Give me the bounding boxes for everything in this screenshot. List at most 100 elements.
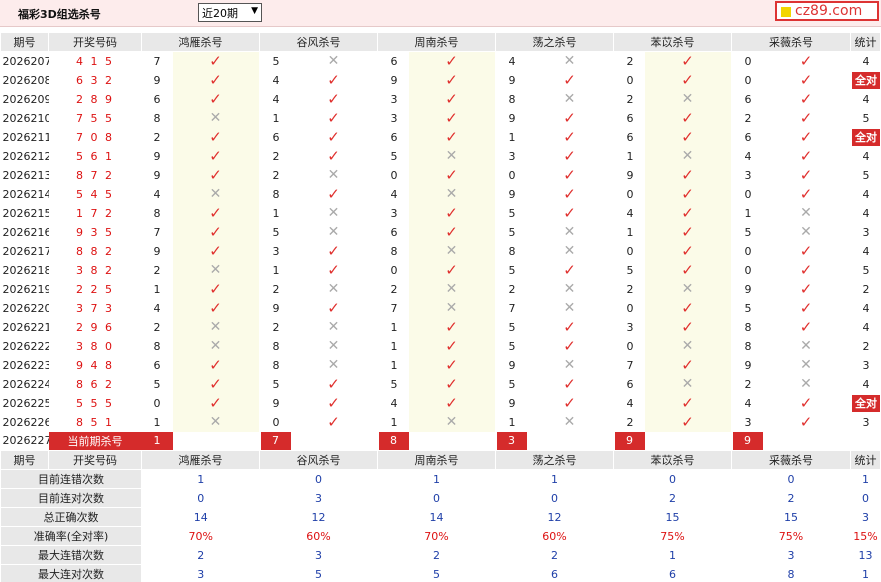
- all-right-badge: 全对: [852, 128, 880, 146]
- kill-number: 1: [258, 260, 291, 280]
- table-row: 2026213 8 7 2 9 ✓ 2 ✕ 0 ✓ 0 ✓ 9 ✓ 3 ✓ 5: [1, 165, 881, 185]
- result-mark: ✕: [526, 89, 614, 109]
- winner-cell: 7 0 8: [76, 130, 114, 144]
- result-mark: ✓: [172, 241, 260, 261]
- count-value: 3: [862, 358, 870, 372]
- cross-icon: ✕: [800, 205, 812, 221]
- result-mark: ✕: [526, 355, 614, 375]
- current-blank: [409, 432, 496, 451]
- table-row: 2026225 5 5 5 0 ✓ 9 ✓ 4 ✓ 9 ✓ 4 ✓ 4 ✓ 全对: [1, 393, 881, 413]
- result-mark: ✕: [172, 317, 260, 337]
- kill-number: 0: [258, 412, 291, 432]
- table-row: 2026221 2 9 6 2 ✕ 2 ✕ 1 ✓ 5 ✓ 3 ✓ 8 ✓ 4: [1, 317, 881, 337]
- kill-number: 1: [153, 282, 161, 296]
- check-icon: ✓: [799, 298, 813, 317]
- result-mark: ✓: [762, 393, 851, 413]
- cross-icon: ✕: [327, 319, 340, 335]
- result-mark: ✓: [526, 336, 614, 356]
- kill-number: 8: [376, 241, 409, 261]
- check-icon: ✓: [209, 374, 222, 393]
- stat-value: 0: [433, 491, 440, 505]
- check-icon: ✓: [209, 89, 222, 108]
- issue-cell: 2026214: [2, 187, 49, 201]
- check-icon: ✓: [327, 260, 340, 279]
- result-mark: ✕: [644, 374, 732, 394]
- check-icon: ✓: [327, 108, 340, 127]
- stats-row: 最大连错次数 2 3 2 2 1 3 13: [0, 545, 881, 565]
- period-dropdown[interactable]: 近20期 ▼: [198, 3, 262, 22]
- kill-number: 6: [376, 51, 409, 71]
- kill-number: 6: [376, 222, 409, 242]
- check-icon: ✓: [681, 355, 694, 374]
- period-dropdown-value: 近20期: [202, 7, 238, 20]
- stat-value: 3: [315, 491, 322, 505]
- check-icon: ✓: [799, 51, 813, 70]
- kill-number: 9: [258, 298, 291, 318]
- kill-number: 9: [730, 355, 763, 375]
- kill-number: 4: [376, 393, 409, 413]
- result-mark: ✕: [290, 317, 378, 337]
- issue-cell: 2026207: [2, 54, 49, 68]
- kill-number: 4: [494, 51, 527, 71]
- count-cell: 5: [849, 165, 881, 185]
- issue-cell: 2026209: [2, 92, 49, 106]
- kill-number: 5: [494, 222, 527, 242]
- kill-number: 0: [730, 70, 763, 90]
- count-value: 2: [862, 339, 870, 353]
- result-mark: ✓: [290, 70, 378, 90]
- issue-cell: 2026217: [2, 244, 49, 258]
- table-row: 2026214 5 4 5 4 ✕ 8 ✓ 4 ✕ 9 ✓ 0 ✓ 0 ✓ 4: [1, 184, 881, 204]
- stats-row: 准确率(全对率) 70% 60% 70% 60% 75% 75% 15%: [0, 526, 881, 546]
- result-mark: ✓: [762, 279, 851, 299]
- kill-number: 2: [153, 130, 161, 144]
- kill-number: 7: [153, 225, 161, 239]
- result-mark: ✓: [644, 393, 732, 413]
- stat-value: 15: [784, 510, 798, 524]
- winner-cell: 8 5 1: [76, 415, 114, 429]
- stat-value: 1: [669, 548, 676, 562]
- check-icon: ✓: [445, 260, 458, 279]
- stats-row: 总正确次数 14 12 14 12 15 15 3: [0, 507, 881, 527]
- check-icon: ✓: [209, 146, 222, 165]
- check-icon: ✓: [563, 127, 576, 146]
- issue-cell: 2026212: [2, 149, 49, 163]
- kill-number: 0: [376, 165, 409, 185]
- check-icon: ✓: [799, 279, 813, 298]
- kill-number: 1: [612, 146, 645, 166]
- check-icon: ✓: [799, 317, 813, 336]
- stat-value: 5: [433, 567, 440, 581]
- kill-number: 2: [258, 279, 291, 299]
- count-value: 4: [862, 149, 870, 163]
- cross-icon: ✕: [209, 186, 222, 202]
- check-icon: ✓: [445, 336, 458, 355]
- cross-icon: ✕: [563, 91, 576, 107]
- col-method: 谷风杀号: [259, 32, 378, 52]
- winner-cell: 8 7 2: [76, 168, 114, 182]
- issue-cell: 2026211: [2, 130, 49, 144]
- result-mark: ✓: [644, 108, 732, 128]
- stat-value: 75%: [778, 529, 804, 543]
- site-logo[interactable]: cz89.com: [775, 1, 879, 21]
- issue-cell: 2026221: [2, 320, 49, 334]
- result-mark: ✕: [290, 355, 378, 375]
- stat-value: 1: [433, 472, 440, 486]
- kill-number: 4: [376, 184, 409, 204]
- result-mark: ✓: [172, 203, 260, 223]
- col-method: 苯苡杀号: [613, 32, 732, 52]
- result-mark: ✕: [644, 146, 732, 166]
- check-icon: ✓: [799, 108, 813, 127]
- kill-number: 8: [153, 206, 161, 220]
- table-row: 2026224 8 6 2 5 ✓ 5 ✓ 5 ✓ 5 ✓ 6 ✕ 2 ✕ 4: [1, 374, 881, 394]
- stats-row: 目前连错次数 1 0 1 1 0 0 1: [0, 469, 881, 489]
- check-icon: ✓: [681, 184, 694, 203]
- result-mark: ✓: [762, 108, 851, 128]
- stat-label: 最大连对次数: [0, 564, 142, 582]
- result-mark: ✓: [644, 70, 732, 90]
- result-mark: ✕: [172, 260, 260, 280]
- kill-number: 1: [376, 336, 409, 356]
- kill-number: 2: [258, 165, 291, 185]
- kill-number: 2: [258, 146, 291, 166]
- kill-number: 7: [612, 355, 645, 375]
- stat-value: 1: [551, 472, 558, 486]
- check-icon: ✓: [799, 146, 813, 165]
